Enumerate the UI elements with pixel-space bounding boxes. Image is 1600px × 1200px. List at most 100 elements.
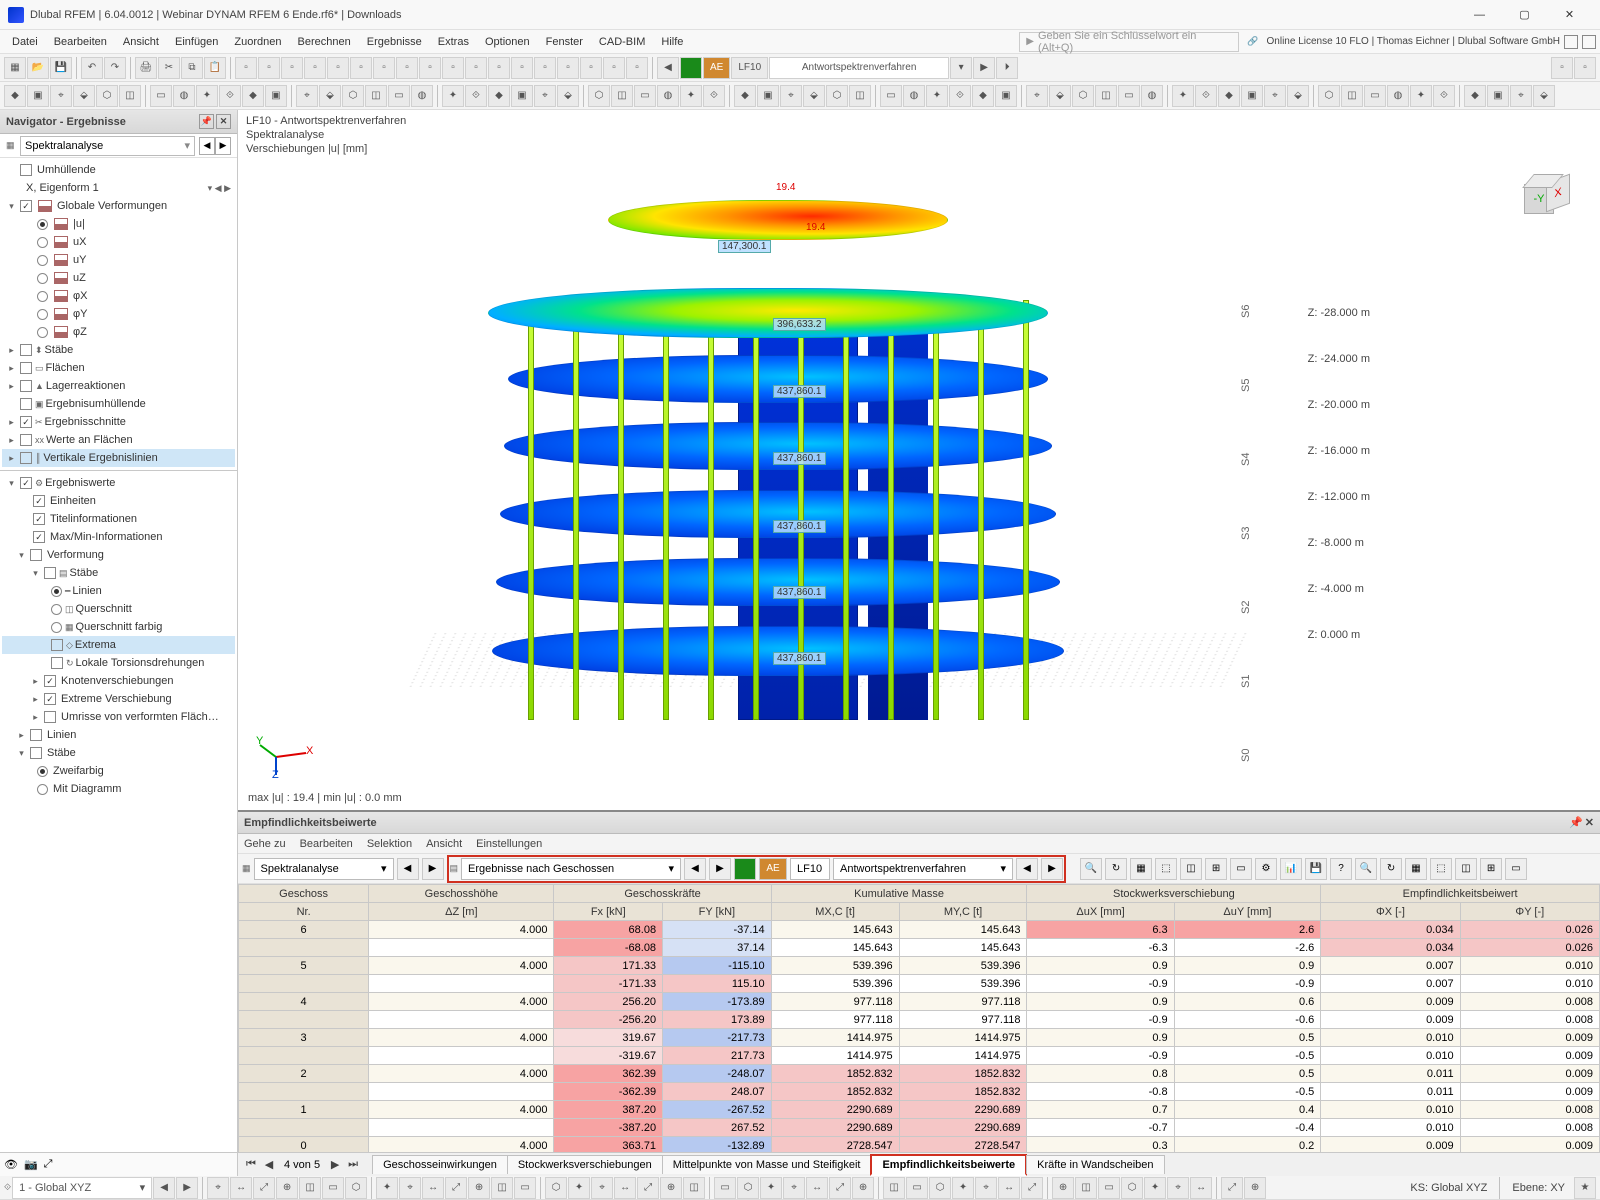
t2-diagramm[interactable]: Mit Diagramm [2, 780, 235, 798]
table-row[interactable]: -256.20173.89977.118977.118-0.9-0.60.009… [239, 1011, 1600, 1029]
bp-next1[interactable]: ▶ [422, 858, 444, 880]
cs-tool[interactable]: ⌖ [399, 1177, 421, 1199]
tb2-generic[interactable]: ⌖ [1264, 85, 1286, 107]
t2-torsion[interactable]: ↻Lokale Torsionsdrehungen [2, 654, 235, 672]
bp-tool[interactable]: ⊞ [1205, 858, 1227, 880]
tab-geschosseinwirkungen[interactable]: Geschosseinwirkungen [372, 1155, 508, 1174]
tb2-generic[interactable]: ⌖ [1026, 85, 1048, 107]
tree-flaechen[interactable]: ▸▭Flächen [2, 359, 235, 377]
tab-mittelpunkte[interactable]: Mittelpunkte von Masse und Steifigkeit [662, 1155, 872, 1174]
cs-tool[interactable]: ⤢ [253, 1177, 275, 1199]
tb2-generic[interactable]: ◫ [611, 85, 633, 107]
tb-paste[interactable]: 📋 [204, 57, 226, 79]
menu-hilfe[interactable]: Hilfe [653, 33, 691, 51]
cs-tool[interactable]: ⤢ [829, 1177, 851, 1199]
bpm-selektion[interactable]: Selektion [367, 838, 412, 850]
nav-close-icon[interactable]: ✕ [216, 114, 231, 129]
tree-uy[interactable]: uY [2, 251, 235, 269]
bp-tool[interactable]: ⬚ [1430, 858, 1452, 880]
tb-generic[interactable]: ▫ [327, 57, 349, 79]
camera-icon[interactable]: 📷 [24, 1158, 38, 1171]
cs-tool[interactable]: ◫ [883, 1177, 905, 1199]
bpm-gehezu[interactable]: Gehe zu [244, 838, 286, 850]
tab-next[interactable]: ▶ [326, 1158, 344, 1171]
table-row[interactable]: 14.000387.20-267.522290.6892290.6890.70.… [239, 1101, 1600, 1119]
table-row[interactable]: -319.67217.731414.9751414.975-0.9-0.50.0… [239, 1047, 1600, 1065]
bp-tool[interactable]: ⊞ [1480, 858, 1502, 880]
table-row[interactable]: -387.20267.522290.6892290.689-0.7-0.40.0… [239, 1119, 1600, 1137]
tree-werte[interactable]: ▸xxWerte an Flächen [2, 431, 235, 449]
tb-play[interactable]: ⏵ [996, 57, 1018, 79]
table-row[interactable]: -68.0837.14145.643145.643-6.3-2.60.0340.… [239, 939, 1600, 957]
cs-tool[interactable]: ⌖ [783, 1177, 805, 1199]
tb-generic[interactable]: ▫ [465, 57, 487, 79]
tb2-generic[interactable]: ▭ [1118, 85, 1140, 107]
t2-stabe[interactable]: ▾▤Stäbe [2, 564, 235, 582]
cs-tool[interactable]: ✦ [952, 1177, 974, 1199]
cs-tool[interactable]: ↔ [422, 1177, 444, 1199]
t2-linien[interactable]: ━Linien [2, 582, 235, 600]
tb2-generic[interactable]: ▣ [757, 85, 779, 107]
bp-tool[interactable]: 📊 [1280, 858, 1302, 880]
tb2-generic[interactable]: ⬡ [826, 85, 848, 107]
tree-ux[interactable]: uX [2, 233, 235, 251]
t2-root[interactable]: ▾⚙Ergebniswerte [2, 474, 235, 492]
tb2-generic[interactable]: ⬙ [1049, 85, 1071, 107]
bp-tool[interactable]: ? [1330, 858, 1352, 880]
tb-generic[interactable]: ▫ [235, 57, 257, 79]
tb2-generic[interactable]: ⬡ [96, 85, 118, 107]
tb-generic[interactable]: ▫ [304, 57, 326, 79]
t2-maxmin[interactable]: Max/Min-Informationen [2, 528, 235, 546]
tb2-generic[interactable]: ⌖ [50, 85, 72, 107]
tb-generic[interactable]: ▫ [396, 57, 418, 79]
cs-tool[interactable]: ⤢ [445, 1177, 467, 1199]
tb2-generic[interactable]: ⬙ [803, 85, 825, 107]
bp-lc-color[interactable] [734, 858, 756, 880]
menu-optionen[interactable]: Optionen [477, 33, 538, 51]
cs-tool[interactable]: ↔ [806, 1177, 828, 1199]
tab-empfindlichkeitsbeiwerte[interactable]: Empfindlichkeitsbeiwerte [870, 1154, 1027, 1176]
t2-umrisse[interactable]: ▸Umrisse von verformten Fläch… [2, 708, 235, 726]
t2-einheiten[interactable]: Einheiten [2, 492, 235, 510]
tree-globver[interactable]: ▾Globale Verformungen [2, 197, 235, 215]
tree-phx[interactable]: φX [2, 287, 235, 305]
menu-zuordnen[interactable]: Zuordnen [226, 33, 289, 51]
cs-tool[interactable]: ▭ [906, 1177, 928, 1199]
results-grid-wrap[interactable]: GeschossGeschosshöhe Geschosskräfte Kumu… [238, 884, 1600, 1152]
cs-tool[interactable]: ✦ [760, 1177, 782, 1199]
cs-tool[interactable]: ↔ [1190, 1177, 1212, 1199]
tb-generic[interactable]: ▫ [626, 57, 648, 79]
tb2-generic[interactable]: ▣ [265, 85, 287, 107]
tb2-generic[interactable]: ◆ [734, 85, 756, 107]
tb2-generic[interactable]: ◍ [903, 85, 925, 107]
tb2-generic[interactable]: ▣ [1241, 85, 1263, 107]
tree-u[interactable]: |u| [2, 215, 235, 233]
bp-lf-name[interactable]: Antwortspektrenverfahren▾ [833, 858, 1013, 880]
cs-tool[interactable]: ↔ [230, 1177, 252, 1199]
tree-lager[interactable]: ▸▲Lagerreaktionen [2, 377, 235, 395]
tb-print[interactable]: 🖨 [135, 57, 157, 79]
t2-extver[interactable]: ▸Extreme Verschiebung [2, 690, 235, 708]
menu-einfuegen[interactable]: Einfügen [167, 33, 226, 51]
nav-prev[interactable]: ◀ [199, 137, 215, 155]
tab-prev[interactable]: ◀ [260, 1158, 278, 1171]
t2-zweifarbig[interactable]: Zweifarbig [2, 762, 235, 780]
tb2-generic[interactable]: ✦ [442, 85, 464, 107]
tb-ae-badge[interactable]: AE [703, 57, 730, 79]
cs-tool[interactable]: ◫ [1075, 1177, 1097, 1199]
tab-stockwerksverschiebungen[interactable]: Stockwerksverschiebungen [507, 1155, 663, 1174]
tree-phz[interactable]: φZ [2, 323, 235, 341]
tree-ergum[interactable]: ▣Ergebnisumhüllende [2, 395, 235, 413]
viewport-3d[interactable]: for(let c=0;c<12;c++){let x=30+c*45;docu… [238, 160, 1600, 810]
bp-next2[interactable]: ▶ [709, 858, 731, 880]
tb2-generic[interactable]: ⟐ [465, 85, 487, 107]
tb2-generic[interactable]: ✦ [1172, 85, 1194, 107]
bp-tool[interactable]: ⬚ [1155, 858, 1177, 880]
bp-close-icon[interactable]: ✕ [1585, 816, 1594, 829]
tb2-generic[interactable]: ◫ [849, 85, 871, 107]
tb2-generic[interactable]: ◆ [1464, 85, 1486, 107]
cs-tool[interactable]: ⬡ [345, 1177, 367, 1199]
tb2-generic[interactable]: ◍ [411, 85, 433, 107]
tb2-generic[interactable]: ◫ [119, 85, 141, 107]
tb-generic[interactable]: ▫ [258, 57, 280, 79]
